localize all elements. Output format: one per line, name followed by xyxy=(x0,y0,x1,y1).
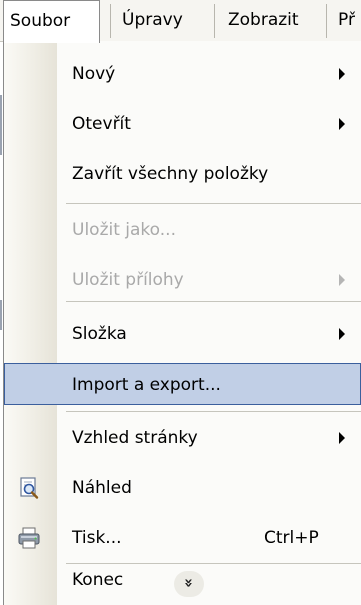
menu-item-label: Nový xyxy=(72,64,116,84)
menu-item-label: Náhled xyxy=(72,478,132,498)
menu-upravy[interactable]: Úpravy xyxy=(116,0,189,42)
menu-item-shortcut: Ctrl+P xyxy=(264,528,319,548)
menu-separator xyxy=(326,4,327,38)
menu-item-vzhled-stranky[interactable]: Vzhled stránky xyxy=(4,417,361,459)
submenu-arrow-icon xyxy=(339,68,345,80)
menu-soubor-label: Soubor xyxy=(10,11,71,31)
expand-menu-chevron-icon[interactable]: » xyxy=(174,571,204,597)
background-edge xyxy=(0,95,2,155)
soubor-dropdown: Nový Otevřít Zavřít všechny položky Ulož… xyxy=(3,41,361,605)
menu-item-zavrit-vse[interactable]: Zavřít všechny položky xyxy=(4,153,361,195)
menu-item-import-export[interactable]: Import a export... xyxy=(4,363,361,405)
printer-icon xyxy=(18,527,40,549)
menu-item-otevrit[interactable]: Otevřít xyxy=(4,103,361,145)
menu-item-ulozit-prilohy: Uložit přílohy xyxy=(4,259,361,301)
menu-item-label: Konec xyxy=(72,570,124,590)
menu-item-label: Složka xyxy=(72,324,127,344)
submenu-arrow-icon xyxy=(339,432,345,444)
menu-soubor[interactable]: Soubor xyxy=(3,0,100,43)
menu-item-tisk[interactable]: Tisk... Ctrl+P xyxy=(4,517,361,559)
menu-separator xyxy=(110,4,111,38)
menu-separator xyxy=(66,411,361,412)
menu-item-slozka[interactable]: Složka xyxy=(4,313,361,355)
menu-item-label: Zavřít všechny položky xyxy=(72,164,269,184)
background-edge xyxy=(0,300,2,330)
menu-separator xyxy=(66,203,361,204)
screen: Soubor Úpravy Zobrazit Př Nový Otevřít Z… xyxy=(0,0,361,605)
menu-item-label: Uložit jako... xyxy=(72,220,176,240)
menu-separator xyxy=(214,4,215,38)
menu-bar: Soubor Úpravy Zobrazit Př xyxy=(0,0,361,43)
menu-next-label: Př xyxy=(338,10,355,30)
menu-item-label: Vzhled stránky xyxy=(72,428,198,448)
menu-item-label: Otevřít xyxy=(72,114,131,134)
menu-item-label: Tisk... xyxy=(72,528,122,548)
print-preview-icon xyxy=(20,477,39,499)
menu-next[interactable]: Př xyxy=(332,0,361,42)
menu-item-ulozit-jako: Uložit jako... xyxy=(4,209,361,251)
menu-item-label: Uložit přílohy xyxy=(72,270,184,290)
submenu-arrow-icon xyxy=(339,328,345,340)
menu-upravy-label: Úpravy xyxy=(122,10,183,30)
submenu-arrow-icon xyxy=(339,274,345,286)
menu-item-label: Import a export... xyxy=(72,375,221,395)
menu-item-novy[interactable]: Nový xyxy=(4,53,361,95)
menu-item-nahled[interactable]: Náhled xyxy=(4,467,361,509)
menu-separator xyxy=(66,301,361,302)
expand-glyph: » xyxy=(179,578,198,588)
menu-zobrazit-label: Zobrazit xyxy=(228,10,299,30)
menu-zobrazit[interactable]: Zobrazit xyxy=(222,0,305,42)
submenu-arrow-icon xyxy=(339,118,345,130)
